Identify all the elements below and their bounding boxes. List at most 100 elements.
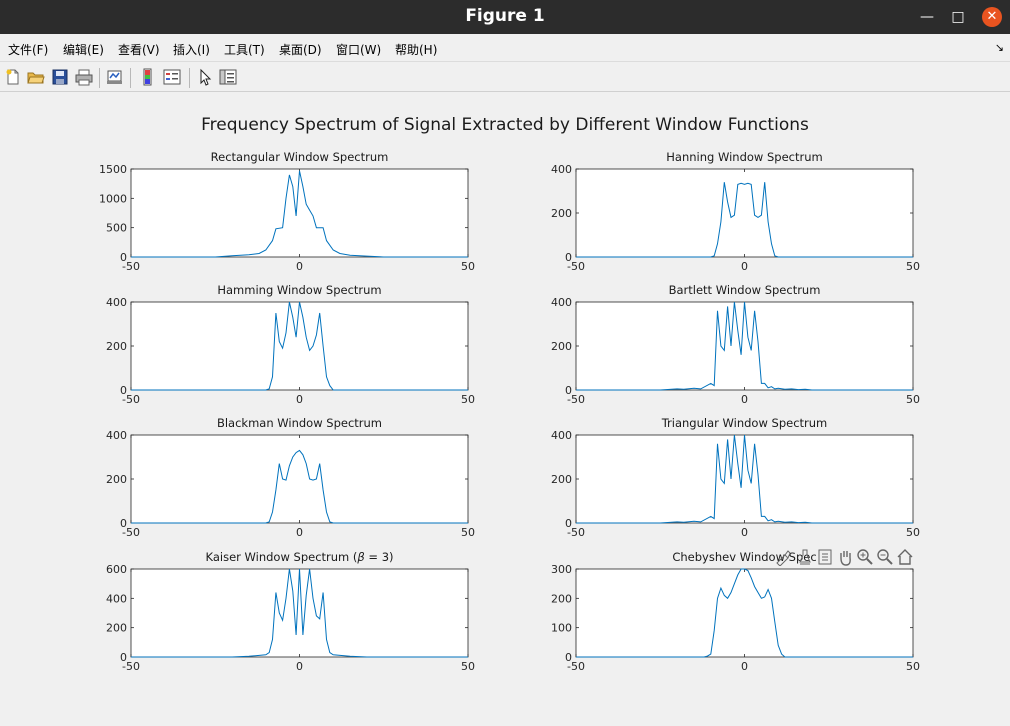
menu-bar: 文件(F) 编辑(E) 查看(V) 插入(I) 工具(T) 桌面(D) 窗口(W…: [0, 34, 1010, 62]
y-tick-label: 200: [551, 473, 572, 486]
y-tick-label: 200: [106, 473, 127, 486]
y-tick-label: 0: [565, 251, 572, 264]
menu-tools[interactable]: 工具(T): [224, 41, 265, 58]
subplot-title-text: Kaiser Window Spectrum (: [206, 550, 358, 564]
legend-icon[interactable]: [163, 68, 181, 86]
subplot-title: Blackman Window Spectrum: [217, 416, 382, 430]
y-tick-label: 0: [565, 651, 572, 664]
x-tick-label: 50: [461, 660, 475, 673]
edit-plot-arrow-icon[interactable]: [196, 68, 214, 86]
subplot-title-tail: = 3): [365, 550, 394, 564]
y-tick-label: 400: [551, 429, 572, 442]
y-tick-label: 100: [551, 622, 572, 635]
subplot-title: Hamming Window Spectrum: [217, 283, 381, 297]
menu-window[interactable]: 窗口(W): [336, 41, 381, 58]
x-tick-label: 50: [906, 393, 920, 406]
home-icon[interactable]: [896, 548, 914, 566]
menu-overflow-icon[interactable]: ↘: [995, 41, 1004, 54]
x-tick-label: 0: [296, 393, 303, 406]
axes-box: [130, 568, 469, 658]
new-figure-icon[interactable]: [4, 68, 22, 86]
axes-box: [575, 434, 914, 524]
subplot-3: Hamming Window Spectrum-50 0 500200400: [106, 283, 475, 406]
subplot-4: Bartlett Window Spectrum-50 0 500200400: [551, 283, 920, 406]
figure-canvas: Frequency Spectrum of Signal Extracted b…: [0, 93, 1010, 722]
subplot-6: Triangular Window Spectrum-50 0 500200400: [551, 416, 920, 539]
y-tick-label: 0: [120, 517, 127, 530]
y-tick-label: 1000: [99, 192, 127, 205]
y-tick-label: 400: [106, 429, 127, 442]
maximize-button[interactable]: □: [948, 7, 968, 27]
y-tick-label: 400: [551, 296, 572, 309]
subplot-2: Hanning Window Spectrum-50 0 500200400: [551, 150, 920, 273]
y-tick-label: 1500: [99, 163, 127, 176]
y-tick-label: 400: [106, 592, 127, 605]
menu-insert[interactable]: 插入(I): [173, 41, 210, 58]
x-tick-label: 0: [741, 660, 748, 673]
restore-view-icon[interactable]: [816, 548, 834, 566]
subplot-7: Kaiser Window Spectrum (β = 3)-50 0 500200…: [106, 550, 475, 673]
figure-plot-area: Frequency Spectrum of Signal Extracted b…: [99, 115, 920, 673]
window-title: Figure 1: [465, 6, 545, 26]
subplot-title-text: Chebyshev Window Spec: [672, 550, 816, 564]
subplot-title-text: Hamming Window Spectrum: [217, 283, 381, 297]
toolbar-separator: [99, 68, 100, 88]
y-tick-label: 200: [106, 340, 127, 353]
subplot-title: Triangular Window Spectrum: [661, 416, 828, 430]
print-icon[interactable]: [75, 68, 93, 86]
subplot-title-symbol: β: [356, 550, 364, 564]
y-tick-label: 200: [106, 622, 127, 635]
menu-view[interactable]: 查看(V): [118, 41, 160, 58]
figure-suptitle: Frequency Spectrum of Signal Extracted b…: [201, 115, 809, 135]
brush-icon[interactable]: [774, 548, 792, 567]
subplot-title-text: Triangular Window Spectrum: [661, 416, 828, 430]
y-tick-label: 200: [551, 207, 572, 220]
link-plot-icon[interactable]: [106, 68, 124, 86]
save-icon[interactable]: [51, 68, 69, 86]
subplot-1: Rectangular Window Spectrum-50 0 500500100…: [99, 150, 475, 273]
property-inspector-icon[interactable]: [219, 68, 237, 86]
open-file-icon[interactable]: [27, 68, 45, 86]
axes-box: [130, 168, 469, 258]
y-tick-label: 300: [551, 563, 572, 576]
subplot-title: Hanning Window Spectrum: [666, 150, 822, 164]
toolbar-separator: [189, 68, 190, 88]
menu-help[interactable]: 帮助(H): [395, 41, 437, 58]
y-tick-label: 0: [120, 251, 127, 264]
y-tick-label: 0: [565, 517, 572, 530]
menu-edit[interactable]: 编辑(E): [63, 41, 104, 58]
zoom-out-icon[interactable]: [876, 548, 894, 566]
subplot-title: Rectangular Window Spectrum: [211, 150, 389, 164]
menu-desktop[interactable]: 桌面(D): [279, 41, 322, 58]
minimize-button[interactable]: —: [917, 7, 937, 27]
colorbar-icon[interactable]: [139, 68, 157, 86]
y-tick-label: 200: [551, 340, 572, 353]
zoom-in-icon[interactable]: [856, 548, 874, 566]
x-tick-label: 50: [461, 526, 475, 539]
y-tick-label: 400: [106, 296, 127, 309]
y-tick-label: 600: [106, 563, 127, 576]
x-tick-label: 0: [296, 526, 303, 539]
subplot-title-text: Rectangular Window Spectrum: [211, 150, 389, 164]
axes-box: [575, 301, 914, 391]
data-tips-icon[interactable]: [796, 548, 814, 566]
x-tick-label: 50: [461, 260, 475, 273]
subplot-title: Chebyshev Window Spec: [672, 550, 816, 564]
x-tick-label: 0: [741, 393, 748, 406]
pan-icon[interactable]: [836, 548, 854, 566]
subplot-title-text: Blackman Window Spectrum: [217, 416, 382, 430]
x-tick-label: 50: [906, 660, 920, 673]
y-tick-label: 200: [551, 592, 572, 605]
axes-box: [130, 434, 469, 524]
toolbar-separator: [130, 68, 131, 88]
y-tick-label: 500: [106, 222, 127, 235]
subplot-title: Kaiser Window Spectrum (β = 3): [206, 550, 394, 564]
close-button[interactable]: ✕: [982, 7, 1002, 27]
subplot-title: Bartlett Window Spectrum: [669, 283, 821, 297]
x-tick-label: 50: [906, 260, 920, 273]
x-tick-label: 0: [741, 526, 748, 539]
x-tick-label: 50: [906, 526, 920, 539]
axes-box: [130, 301, 469, 391]
subplot-5: Blackman Window Spectrum-50 0 500200400: [106, 416, 475, 539]
menu-file[interactable]: 文件(F): [8, 41, 48, 58]
